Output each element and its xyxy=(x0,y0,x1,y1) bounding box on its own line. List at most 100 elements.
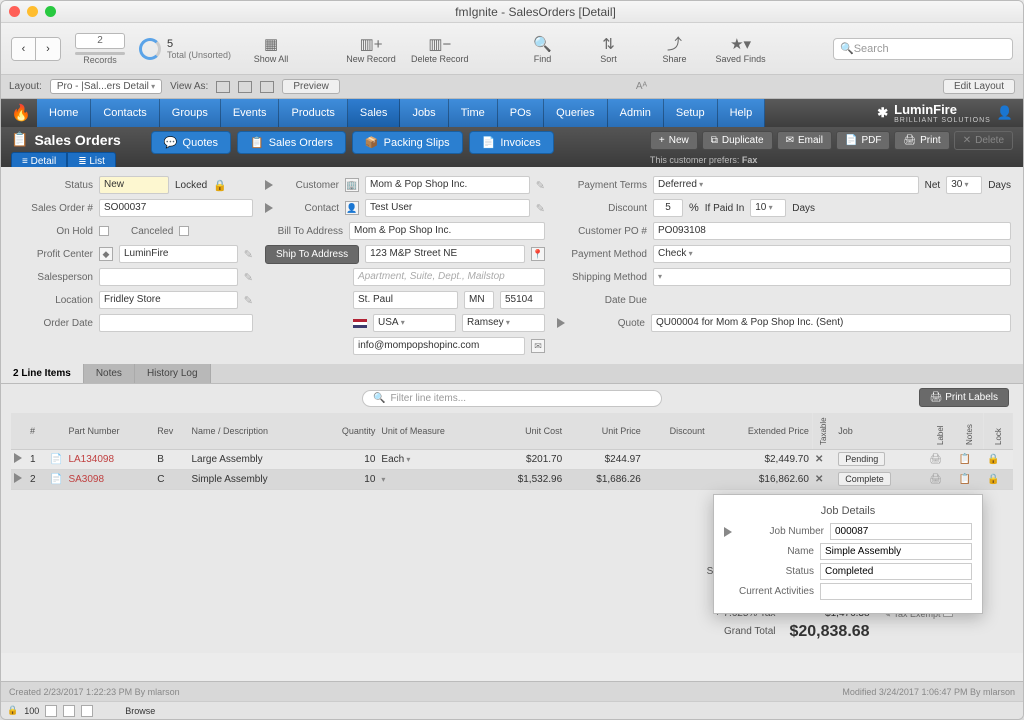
print-button[interactable]: 🖨 Print xyxy=(894,131,949,150)
job-status-button[interactable]: Pending xyxy=(838,452,885,466)
tab-line-items[interactable]: 2 Line Items xyxy=(1,364,84,383)
street-field[interactable]: 123 M&P Street NE xyxy=(365,245,525,263)
new-button[interactable]: + New xyxy=(650,131,698,150)
found-set-pie-icon[interactable] xyxy=(139,38,161,60)
notes-row-icon[interactable]: 📋 xyxy=(958,474,970,485)
notes-row-icon[interactable]: 📋 xyxy=(958,454,970,465)
sales-orders-pill[interactable]: 📋 Sales Orders xyxy=(237,131,346,154)
record-index-field[interactable]: 2 xyxy=(75,33,125,49)
col-num[interactable]: # xyxy=(27,413,47,449)
billto-company[interactable]: Mom & Pop Shop Inc. xyxy=(349,222,545,240)
profit-field[interactable]: LuminFire xyxy=(119,245,238,263)
table-row[interactable]: 1 📄 LA134098 B Large Assembly 10 Each $2… xyxy=(11,449,1013,469)
part-number[interactable]: SA3098 xyxy=(65,469,154,489)
tax-toggle[interactable]: ✕ xyxy=(815,474,823,485)
col-lock[interactable]: Lock xyxy=(984,413,1013,449)
edit-location-icon[interactable]: ✎ xyxy=(244,294,253,307)
col-uom[interactable]: Unit of Measure xyxy=(378,413,486,449)
zip-field[interactable]: 55104 xyxy=(500,291,545,309)
goto-quote-icon[interactable] xyxy=(557,318,565,328)
tax-toggle[interactable]: ✕ xyxy=(815,454,823,465)
nav-sales[interactable]: Sales xyxy=(348,99,401,127)
canceled-checkbox[interactable] xyxy=(179,226,189,236)
filter-input[interactable]: 🔍 Filter line items... xyxy=(362,390,662,407)
jobnum-field[interactable] xyxy=(830,523,972,540)
row-doc-icon[interactable]: 📄 xyxy=(50,474,62,485)
so-field[interactable]: SO00037 xyxy=(99,199,253,217)
quotes-pill[interactable]: 💬 Quotes xyxy=(151,131,231,154)
saved-finds-button[interactable]: ★▾Saved Finds xyxy=(715,34,767,64)
col-name[interactable]: Name / Description xyxy=(188,413,316,449)
job-status-button[interactable]: Complete xyxy=(838,472,891,486)
view-table-icon[interactable] xyxy=(260,81,274,93)
col-ucost[interactable]: Unit Cost xyxy=(487,413,566,449)
customer-field[interactable]: Mom & Pop Shop Inc. xyxy=(365,176,530,194)
shipmethod-field[interactable] xyxy=(653,268,1011,286)
col-ext[interactable]: Extended Price xyxy=(708,413,812,449)
nav-queries[interactable]: Queries xyxy=(544,99,608,127)
preview-button[interactable]: Preview xyxy=(282,79,340,94)
discount-field[interactable]: 5 xyxy=(653,199,683,217)
salesperson-field[interactable] xyxy=(99,268,238,286)
col-uprice[interactable]: Unit Price xyxy=(565,413,644,449)
state-field[interactable]: MN xyxy=(464,291,494,309)
col-job[interactable]: Job xyxy=(835,413,926,449)
contact-icon[interactable]: 👤 xyxy=(345,201,359,215)
print-labels-button[interactable]: 🖨 Print Labels xyxy=(919,388,1009,407)
nav-pos[interactable]: POs xyxy=(498,99,544,127)
nav-setup[interactable]: Setup xyxy=(664,99,718,127)
part-number[interactable]: LA134098 xyxy=(65,449,154,469)
table-row[interactable]: 2 📄 SA3098 C Simple Assembly 10 $1,532.9… xyxy=(11,469,1013,489)
edit-profit-icon[interactable]: ✎ xyxy=(244,248,253,261)
col-rev[interactable]: Rev xyxy=(154,413,188,449)
goto-contact-icon[interactable] xyxy=(265,203,273,213)
col-qty[interactable]: Quantity xyxy=(317,413,379,449)
paidin-days-field[interactable]: 10 xyxy=(750,199,786,217)
quote-field[interactable]: QU00004 for Mom & Pop Shop Inc. (Sent) xyxy=(651,314,1011,332)
maximize-window-button[interactable] xyxy=(45,6,56,17)
apt-field[interactable]: Apartment, Suite, Dept., Mailstop xyxy=(353,268,545,286)
share-button[interactable]: ⤴Share xyxy=(649,34,701,64)
zoom-level[interactable]: 100 xyxy=(24,706,39,716)
lock-row-icon[interactable]: 🔒 xyxy=(987,454,999,465)
nav-jobs[interactable]: Jobs xyxy=(400,99,448,127)
nav-home[interactable]: Home xyxy=(37,99,91,127)
edit-layout-button[interactable]: Edit Layout xyxy=(943,79,1015,94)
col-tax[interactable]: Taxable xyxy=(812,413,835,449)
goto-job-icon[interactable] xyxy=(724,527,732,537)
jobstatus-field[interactable] xyxy=(820,563,972,580)
search-input[interactable]: 🔍 Search xyxy=(833,38,1013,60)
contact-field[interactable]: Test User xyxy=(365,199,530,217)
lock-row-icon[interactable]: 🔒 xyxy=(987,474,999,485)
close-window-button[interactable] xyxy=(9,6,20,17)
activities-field[interactable] xyxy=(820,583,972,600)
zoom-out-icon[interactable] xyxy=(45,705,57,717)
col-label[interactable]: Label xyxy=(926,413,955,449)
back-button[interactable]: ‹ xyxy=(12,38,36,60)
email-field[interactable]: info@mompopshopinc.com xyxy=(353,337,525,355)
profit-icon[interactable]: ◆ xyxy=(99,247,113,261)
app-logo-icon[interactable]: 🔥 xyxy=(5,99,37,127)
onhold-checkbox[interactable] xyxy=(99,226,109,236)
duplicate-button[interactable]: ⧉ Duplicate xyxy=(702,131,773,150)
zoom-in-icon[interactable] xyxy=(63,705,75,717)
delete-record-button[interactable]: ▥−Delete Record xyxy=(411,34,469,64)
print-row-icon[interactable]: 🖨 xyxy=(929,474,942,485)
find-button[interactable]: 🔍Find xyxy=(517,34,569,64)
row-goto-icon[interactable] xyxy=(14,453,22,463)
city-field[interactable]: St. Paul xyxy=(353,291,458,309)
net-days-field[interactable]: 30 xyxy=(946,176,982,194)
custpo-field[interactable]: PO093108 xyxy=(653,222,1011,240)
tab-notes[interactable]: Notes xyxy=(84,364,135,383)
email-button[interactable]: ✉ Email xyxy=(777,131,832,150)
view-list-icon[interactable] xyxy=(238,81,252,93)
status-field[interactable]: New xyxy=(99,176,169,194)
goto-customer-icon[interactable] xyxy=(265,180,273,190)
nav-time[interactable]: Time xyxy=(449,99,498,127)
nav-admin[interactable]: Admin xyxy=(608,99,664,127)
location-field[interactable]: Fridley Store xyxy=(99,291,238,309)
jobname-field[interactable] xyxy=(820,543,972,560)
nav-groups[interactable]: Groups xyxy=(160,99,221,127)
nav-events[interactable]: Events xyxy=(221,99,280,127)
country-field[interactable]: USA xyxy=(373,314,456,332)
